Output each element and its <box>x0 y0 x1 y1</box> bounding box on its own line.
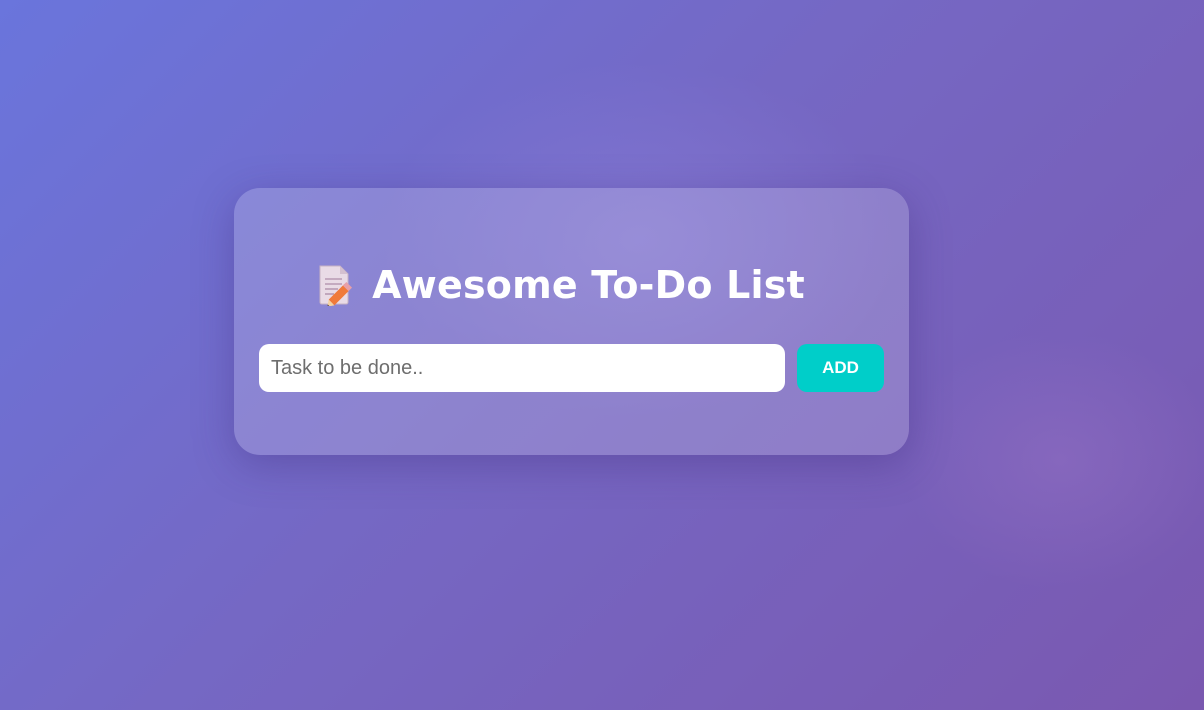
background-glow-secondary <box>900 330 1204 590</box>
add-button[interactable]: ADD <box>797 344 884 392</box>
title-row: Awesome To-Do List <box>234 261 909 309</box>
task-input[interactable] <box>259 344 785 392</box>
memo-pencil-icon <box>316 264 354 307</box>
page-title: Awesome To-Do List <box>372 263 805 307</box>
todo-card: Awesome To-Do List ADD <box>234 188 909 455</box>
